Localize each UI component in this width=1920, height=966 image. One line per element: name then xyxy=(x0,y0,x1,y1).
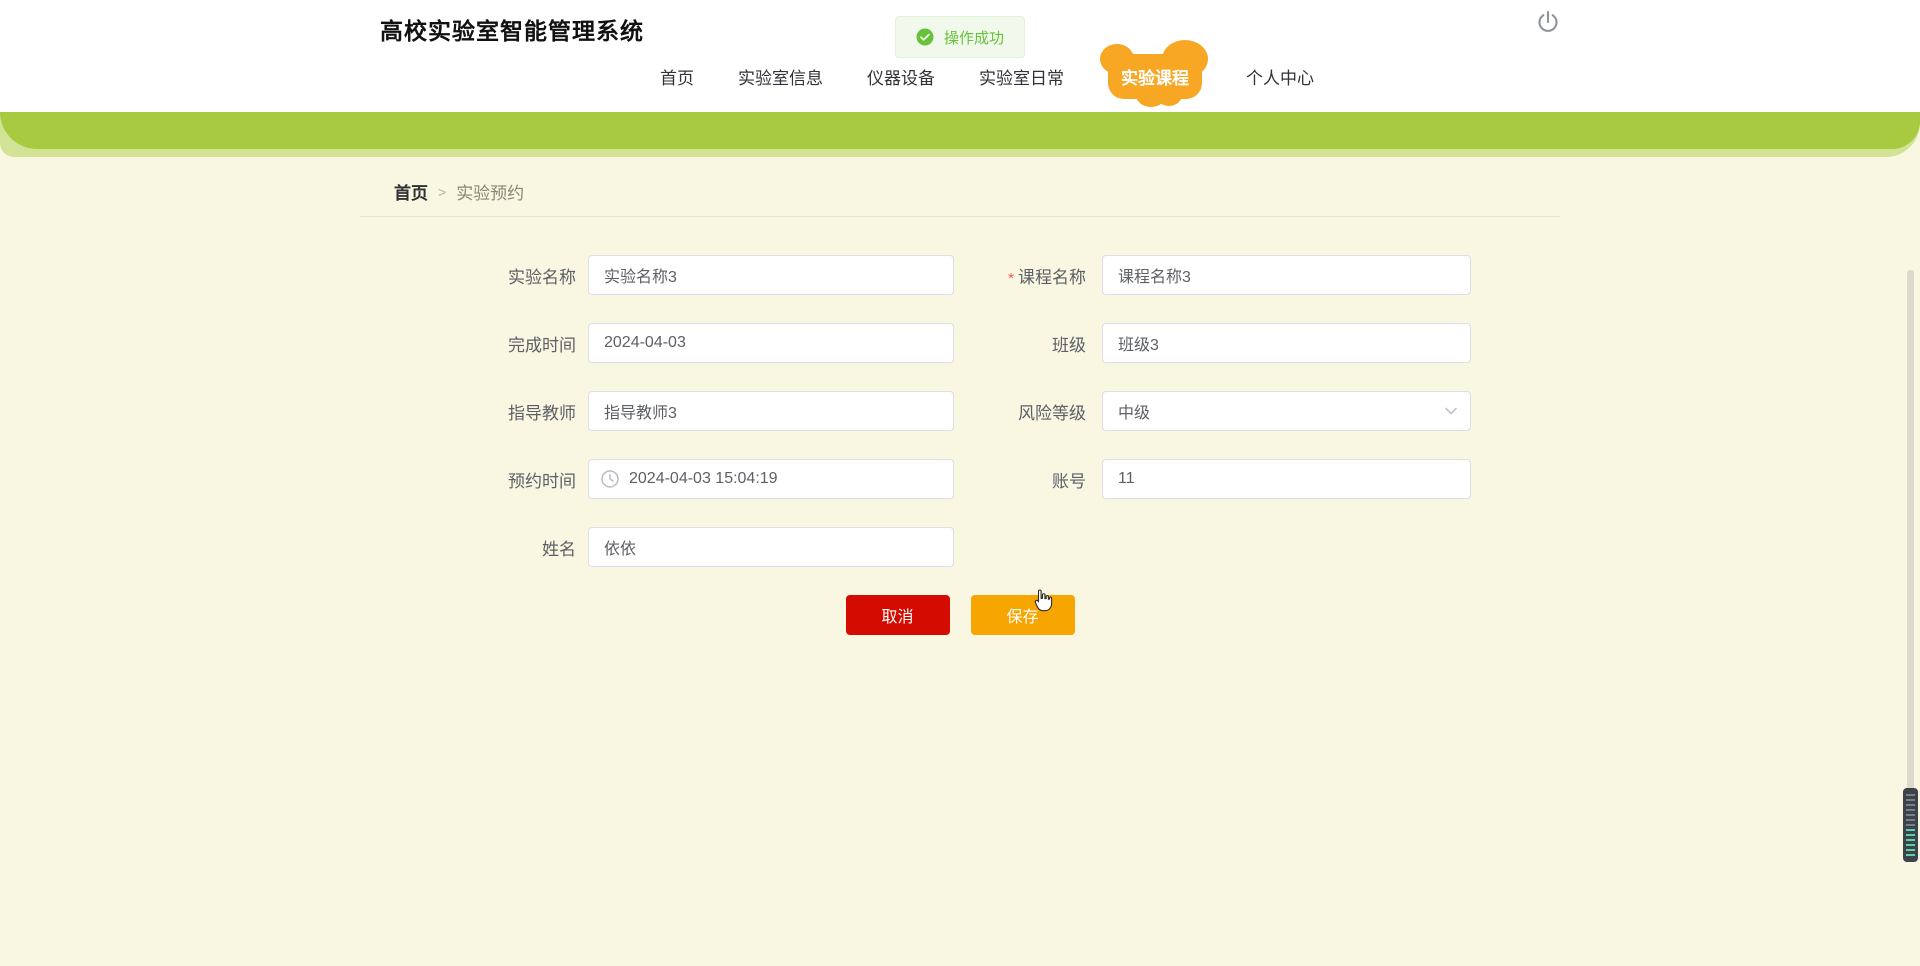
nav-item-home[interactable]: 首页 xyxy=(660,64,694,89)
nav-item-label: 实验课程 xyxy=(1121,68,1189,88)
nav-item-lab-daily[interactable]: 实验室日常 xyxy=(979,64,1064,89)
finish-time-fieldbox xyxy=(588,323,954,363)
scrollbar-track[interactable] xyxy=(1907,270,1914,862)
reserve-time-label: 预约时间 xyxy=(508,471,576,491)
breadcrumb-current: 实验预约 xyxy=(456,184,525,203)
form-row: 预约时间 账号 xyxy=(360,459,1560,499)
save-button[interactable]: 保存 xyxy=(970,595,1075,635)
course-name-label: * 课程名称 xyxy=(1008,267,1086,287)
advisor-fieldbox xyxy=(588,391,954,431)
mouse-cursor-pointer xyxy=(1034,589,1053,612)
banner-stripe-dark xyxy=(0,112,1920,149)
reserve-time-input[interactable] xyxy=(588,459,954,499)
form-actions: 取消 保存 xyxy=(360,595,1560,635)
class-input[interactable] xyxy=(1102,323,1471,363)
main-content: 首页 > 实验预约 实验名称 *课程名称 完成时间 班级 xyxy=(360,157,1560,635)
form-row: 实验名称 *课程名称 xyxy=(360,255,1560,295)
form-row: 姓名 xyxy=(360,527,1560,567)
course-name-input[interactable] xyxy=(1102,255,1471,295)
required-asterisk: * xyxy=(1008,269,1014,287)
cancel-button[interactable]: 取消 xyxy=(845,595,950,635)
risk-level-value[interactable] xyxy=(1102,391,1471,431)
check-circle-icon xyxy=(916,28,934,46)
main-nav: 首页 实验室信息 仪器设备 实验室日常 实验课程 个人中心 xyxy=(660,39,1314,107)
reservation-form: 实验名称 *课程名称 完成时间 班级 指导教师 xyxy=(360,255,1560,635)
breadcrumb-divider xyxy=(360,216,1560,217)
reserve-time-fieldbox[interactable] xyxy=(588,459,954,499)
nav-item-lab-course-active[interactable]: 实验课程 xyxy=(1100,39,1208,107)
experiment-name-fieldbox xyxy=(588,255,954,295)
account-label: 账号 xyxy=(1052,471,1086,491)
app-title: 高校实验室智能管理系统 xyxy=(380,18,644,44)
power-icon xyxy=(1538,11,1558,32)
logout-power-button[interactable] xyxy=(1534,8,1562,36)
nav-item-equipment[interactable]: 仪器设备 xyxy=(867,64,935,89)
finish-time-input[interactable] xyxy=(588,323,954,363)
name-input[interactable] xyxy=(588,527,954,567)
finish-time-label: 完成时间 xyxy=(508,335,576,355)
breadcrumb-home-link[interactable]: 首页 xyxy=(394,179,428,204)
account-fieldbox xyxy=(1102,459,1471,499)
risk-level-select[interactable] xyxy=(1102,391,1471,431)
name-label: 姓名 xyxy=(542,539,576,559)
course-name-fieldbox xyxy=(1102,255,1471,295)
nav-item-lab-info[interactable]: 实验室信息 xyxy=(738,64,823,89)
breadcrumb-separator: > xyxy=(438,183,447,200)
toast-message: 操作成功 xyxy=(943,29,1005,47)
form-row: 指导教师 风险等级 xyxy=(360,391,1560,431)
advisor-input[interactable] xyxy=(588,391,954,431)
experiment-name-input[interactable] xyxy=(588,255,954,295)
class-label: 班级 xyxy=(1052,335,1086,355)
experiment-name-label: 实验名称 xyxy=(508,267,576,287)
name-fieldbox xyxy=(588,527,954,567)
advisor-label: 指导教师 xyxy=(508,403,576,423)
scrollbar-thumb[interactable] xyxy=(1903,788,1918,862)
class-fieldbox xyxy=(1102,323,1471,363)
form-row: 完成时间 班级 xyxy=(360,323,1560,363)
risk-level-label: 风险等级 xyxy=(1018,403,1086,423)
breadcrumb: 首页 > 实验预约 xyxy=(360,157,1560,216)
account-input[interactable] xyxy=(1102,459,1471,499)
success-toast: 操作成功 xyxy=(894,16,1026,58)
nav-item-personal-center[interactable]: 个人中心 xyxy=(1246,64,1314,89)
